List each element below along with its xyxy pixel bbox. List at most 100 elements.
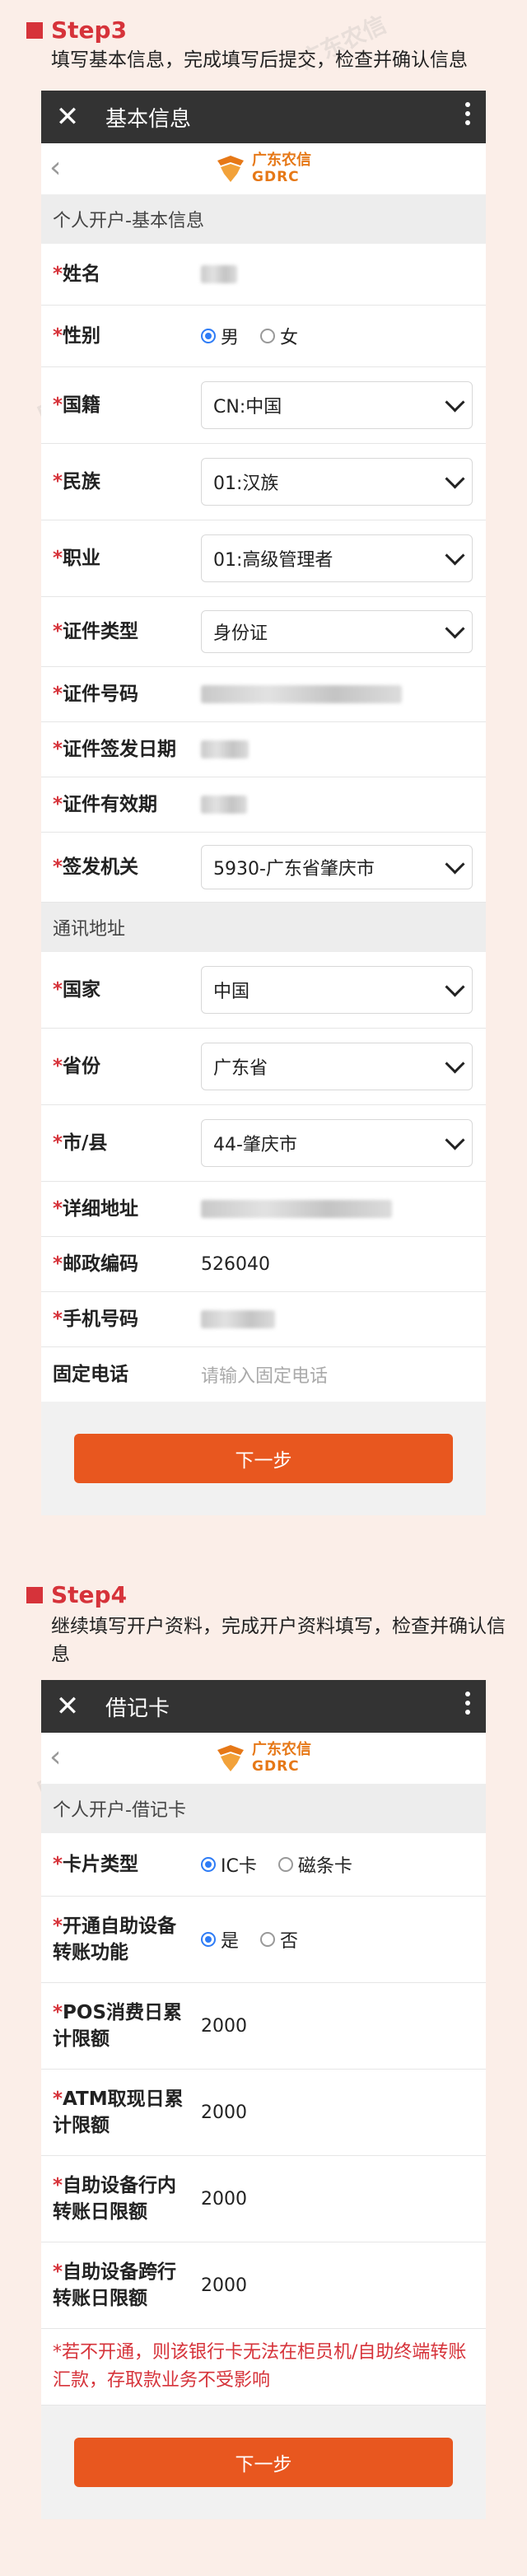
gender-female-radio[interactable]: 女 [260,323,298,349]
step4-screen: ✕ 借记卡 ‹ 广东农信 GDRC 个人开户-借记卡 *卡片类型 IC卡 磁条卡 [41,1680,486,2519]
gdrc-logo-icon [216,1745,245,1771]
address-detail-row: *详细地址 [41,1182,486,1237]
inter-limit-label: *自助设备跨行转账日限额 [53,2261,177,2309]
logo-bar: ‹ 广东农信 GDRC [41,143,486,194]
radio-unselected-icon [260,1932,276,1947]
nationality-select[interactable]: CN:中国 [201,381,473,429]
country-label: *国家 [53,979,101,1001]
intra-limit-label: *自助设备行内转账日限额 [53,2175,177,2223]
name-label: *姓名 [53,264,101,285]
back-icon[interactable]: ‹ [49,153,74,183]
self-service-yes-radio[interactable]: 是 [201,1926,239,1953]
chevron-down-icon [445,976,465,997]
ethnicity-label: *民族 [53,471,101,492]
country-select[interactable]: 中国 [201,966,473,1014]
id-type-row: *证件类型 身份证 [41,597,486,667]
gender-row: *性别 男 女 [41,306,486,367]
card-type-radio-group: IC卡 磁条卡 [201,1851,352,1878]
postcode-row: *邮政编码 526040 [41,1237,486,1292]
intra-limit-row: *自助设备行内转账日限额 2000 [41,2156,486,2242]
logo-text-en: GDRC [252,169,300,185]
mobile-value-redacted[interactable] [201,1310,275,1328]
topbar: ✕ 基本信息 [41,91,486,143]
card-type-ic-radio[interactable]: IC卡 [201,1851,257,1878]
id-issue-date-value-redacted[interactable] [201,740,249,758]
logo-text-en: GDRC [252,1758,300,1775]
issuing-authority-select[interactable]: 5930-广东省肇庆市 [201,845,473,889]
more-icon[interactable] [464,102,471,125]
atm-limit-label: *ATM取现日累计限额 [53,2088,184,2136]
gdrc-logo: 广东农信 GDRC [216,1742,311,1775]
chevron-down-icon [445,468,465,489]
next-button[interactable]: 下一步 [74,1434,453,1483]
occupation-label: *职业 [53,548,101,569]
province-row: *省份 广东省 [41,1029,486,1105]
more-icon[interactable] [464,1692,471,1715]
step3-description: 填写基本信息，完成填写后提交，检查并确认信息 [51,49,468,71]
self-service-row: *开通自助设备转账功能 是 否 [41,1897,486,1983]
chevron-down-icon [445,853,465,875]
mobile-label: *手机号码 [53,1309,139,1330]
issuing-authority-row: *签发机关 5930-广东省肇庆市 [41,833,486,903]
address-section-title: 通讯地址 [41,903,486,952]
nationality-label: *国籍 [53,394,101,416]
inter-limit-value[interactable]: 2000 [201,2275,247,2296]
logo-text-cn: 广东农信 [252,1741,311,1758]
step4-title: Step4 [51,1581,128,1608]
address-detail-label: *详细地址 [53,1198,139,1220]
id-expiry-value-redacted[interactable] [201,796,247,814]
name-row: *姓名 [41,244,486,306]
step4-header: Step4 [26,1581,127,1608]
issuing-authority-label: *签发机关 [53,856,139,878]
id-expiry-row: *证件有效期 [41,777,486,833]
chevron-down-icon [445,544,465,566]
city-label: *市/县 [53,1132,108,1154]
card-type-magstripe-radio[interactable]: 磁条卡 [277,1851,352,1878]
gender-radio-group: 男 女 [201,323,298,349]
chevron-down-icon [445,1052,465,1074]
section-title: 个人开户-基本信息 [41,194,486,244]
occupation-select[interactable]: 01:高级管理者 [201,534,473,582]
back-icon[interactable]: ‹ [49,1743,74,1772]
close-icon[interactable]: ✕ [41,1680,94,1733]
province-label: *省份 [53,1056,101,1077]
radio-selected-icon [201,1932,216,1947]
gender-label: *性别 [53,325,101,347]
address-detail-value-redacted[interactable] [201,1200,392,1218]
self-service-no-radio[interactable]: 否 [260,1926,298,1953]
gdrc-logo: 广东农信 GDRC [216,152,311,185]
postcode-value[interactable]: 526040 [201,1254,270,1275]
id-issue-date-label: *证件签发日期 [53,739,177,760]
chevron-down-icon [445,618,465,639]
logo-bar: ‹ 广东农信 GDRC [41,1733,486,1784]
button-area: 下一步 [41,2406,486,2519]
self-service-radio-group: 是 否 [201,1926,298,1953]
id-number-label: *证件号码 [53,684,139,705]
pos-limit-row: *POS消费日累计限额 2000 [41,1983,486,2070]
id-number-value-redacted[interactable] [201,685,402,703]
gender-male-radio[interactable]: 男 [201,323,239,349]
next-button[interactable]: 下一步 [74,2438,453,2487]
intra-limit-value[interactable]: 2000 [201,2189,247,2210]
step3-header: Step3 [26,16,127,44]
atm-limit-value[interactable]: 2000 [201,2102,247,2123]
step-marker-icon [26,1586,43,1603]
inter-limit-row: *自助设备跨行转账日限额 2000 [41,2242,486,2329]
id-type-select[interactable]: 身份证 [201,610,473,653]
self-service-label: *开通自助设备转账功能 [53,1916,177,1963]
radio-selected-icon [201,329,216,343]
occupation-row: *职业 01:高级管理者 [41,520,486,597]
atm-limit-row: *ATM取现日累计限额 2000 [41,2070,486,2156]
card-type-row: *卡片类型 IC卡 磁条卡 [41,1833,486,1897]
close-icon[interactable]: ✕ [41,91,94,143]
pos-limit-value[interactable]: 2000 [201,2016,247,2037]
topbar-title: 基本信息 [105,106,192,132]
landline-input[interactable]: 请输入固定电话 [201,1361,328,1388]
name-value-redacted[interactable] [201,265,237,283]
city-select[interactable]: 44-肇庆市 [201,1119,473,1167]
page: 广东农信 广东农信 广东农信 广东农信 Step3 填写基本信息，完成填写后提交… [0,0,527,2576]
radio-unselected-icon [277,1857,293,1872]
province-select[interactable]: 广东省 [201,1043,473,1090]
landline-label: 固定电话 [53,1364,128,1385]
ethnicity-select[interactable]: 01:汉族 [201,458,473,506]
